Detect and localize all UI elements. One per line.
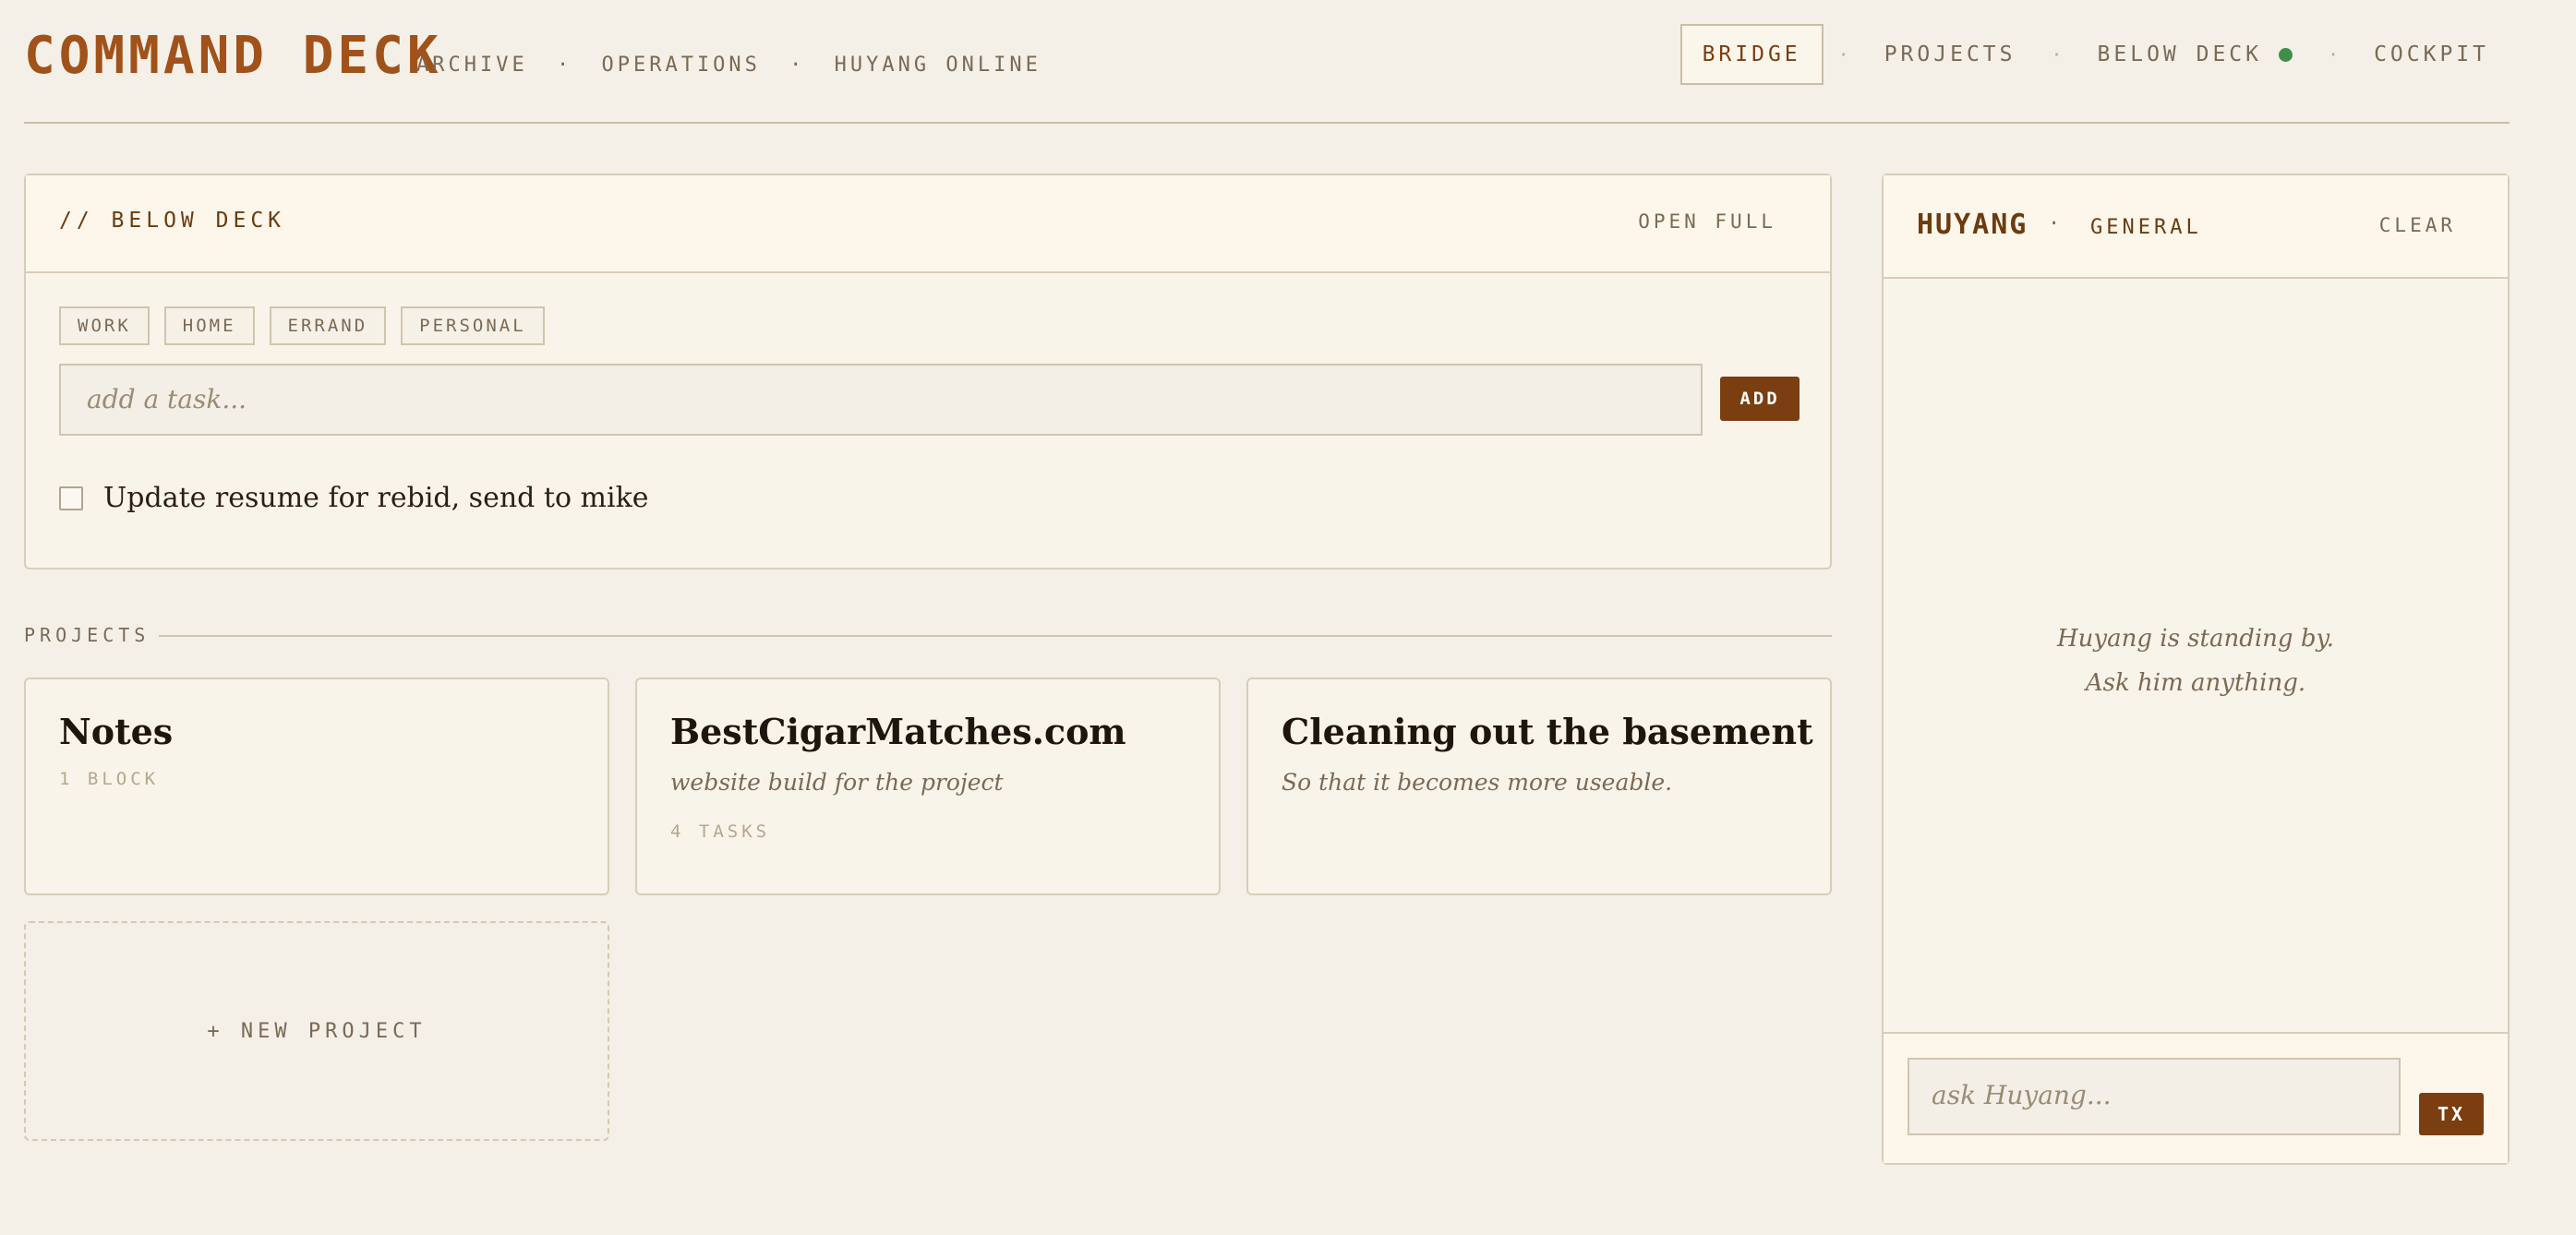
chat-clear-button[interactable]: CLEAR bbox=[2379, 214, 2456, 236]
tag-list: WORK HOME ERRAND PERSONAL bbox=[59, 306, 545, 345]
chat-channel[interactable]: GENERAL bbox=[2090, 216, 2202, 239]
chat-empty-line: Huyang is standing by. bbox=[2057, 625, 2334, 653]
project-description: So that it becomes more useable. bbox=[1282, 769, 1673, 796]
subnav: ARCHIVE · OPERATIONS · HUYANG ONLINE bbox=[416, 54, 1054, 77]
project-card-bestcigarmatches[interactable]: BestCigarMatches.com website build for t… bbox=[635, 677, 1221, 895]
subnav-archive[interactable]: ARCHIVE bbox=[416, 54, 528, 77]
add-task-button[interactable]: ADD bbox=[1720, 377, 1800, 421]
tag-home[interactable]: HOME bbox=[163, 306, 255, 345]
chat-empty-line: Ask him anything. bbox=[2085, 669, 2306, 697]
subnav-operations[interactable]: OPERATIONS bbox=[601, 54, 760, 77]
project-description: website build for the project bbox=[670, 769, 1004, 796]
brand-title: COMMAND DECK bbox=[24, 26, 442, 86]
below-deck-header: // BELOW DECK OPEN FULL bbox=[26, 175, 1830, 273]
send-button[interactable]: TX bbox=[2419, 1093, 2484, 1135]
project-meta: 1 BLOCK bbox=[59, 769, 160, 789]
chat-input[interactable]: ask Huyang... bbox=[1908, 1058, 2401, 1135]
task-text: Update resume for rebid, send to mike bbox=[103, 482, 649, 514]
nav-cockpit[interactable]: COCKPIT bbox=[2353, 42, 2510, 66]
chat-separator: · bbox=[2048, 212, 2061, 235]
top-nav: BRIDGE · PROJECTS · BELOW DECK · COCKPIT bbox=[1679, 24, 2510, 85]
chat-empty-state: Huyang is standing by. Ask him anything. bbox=[1884, 617, 2508, 705]
project-card-basement[interactable]: Cleaning out the basement So that it bec… bbox=[1246, 677, 1832, 895]
nav-projects-label: PROJECTS bbox=[1884, 42, 2016, 66]
below-deck-title: // BELOW DECK bbox=[59, 209, 286, 233]
chat-agent-name: HUYANG bbox=[1917, 209, 2028, 241]
new-project-button[interactable]: + NEW PROJECT bbox=[24, 921, 609, 1141]
open-full-link[interactable]: OPEN FULL bbox=[1638, 210, 1776, 233]
subnav-huyang-online[interactable]: HUYANG ONLINE bbox=[835, 54, 1041, 77]
project-title: BestCigarMatches.com bbox=[670, 711, 1126, 752]
project-meta: 4 TASKS bbox=[670, 821, 771, 842]
chat-panel: HUYANG · GENERAL CLEAR Huyang is standin… bbox=[1882, 174, 2510, 1165]
nav-bridge[interactable]: BRIDGE bbox=[1679, 24, 1824, 85]
task-item: Update resume for rebid, send to mike bbox=[59, 482, 649, 514]
nav-projects[interactable]: PROJECTS bbox=[1864, 42, 2037, 66]
nav-below-deck[interactable]: BELOW DECK bbox=[2077, 42, 2313, 66]
chat-footer: ask Huyang... TX bbox=[1884, 1032, 2508, 1163]
task-input[interactable]: add a task... bbox=[59, 364, 1703, 436]
nav-separator: · bbox=[2051, 43, 2063, 66]
tag-errand[interactable]: ERRAND bbox=[269, 306, 387, 345]
nav-below-deck-label: BELOW DECK bbox=[2097, 42, 2263, 66]
subnav-separator: · bbox=[789, 54, 806, 77]
project-title: Cleaning out the basement bbox=[1282, 711, 1813, 752]
below-deck-panel: // BELOW DECK OPEN FULL WORK HOME ERRAND… bbox=[24, 174, 1832, 570]
projects-divider bbox=[159, 635, 1832, 637]
tag-personal[interactable]: PERSONAL bbox=[401, 306, 545, 345]
projects-section-label: PROJECTS bbox=[24, 624, 150, 646]
nav-cockpit-label: COCKPIT bbox=[2374, 42, 2489, 66]
nav-separator: · bbox=[2328, 43, 2340, 66]
header: COMMAND DECK ARCHIVE · OPERATIONS · HUYA… bbox=[24, 0, 2510, 124]
nav-bridge-label: BRIDGE bbox=[1702, 42, 1801, 66]
task-checkbox[interactable] bbox=[59, 486, 83, 510]
tag-work[interactable]: WORK bbox=[59, 306, 150, 345]
online-status-icon bbox=[2279, 47, 2293, 62]
chat-header: HUYANG · GENERAL CLEAR bbox=[1884, 175, 2508, 279]
nav-separator: · bbox=[1837, 43, 1849, 66]
project-card-notes[interactable]: Notes 1 BLOCK bbox=[24, 677, 609, 895]
subnav-separator: · bbox=[556, 54, 573, 77]
project-title: Notes bbox=[59, 711, 174, 752]
